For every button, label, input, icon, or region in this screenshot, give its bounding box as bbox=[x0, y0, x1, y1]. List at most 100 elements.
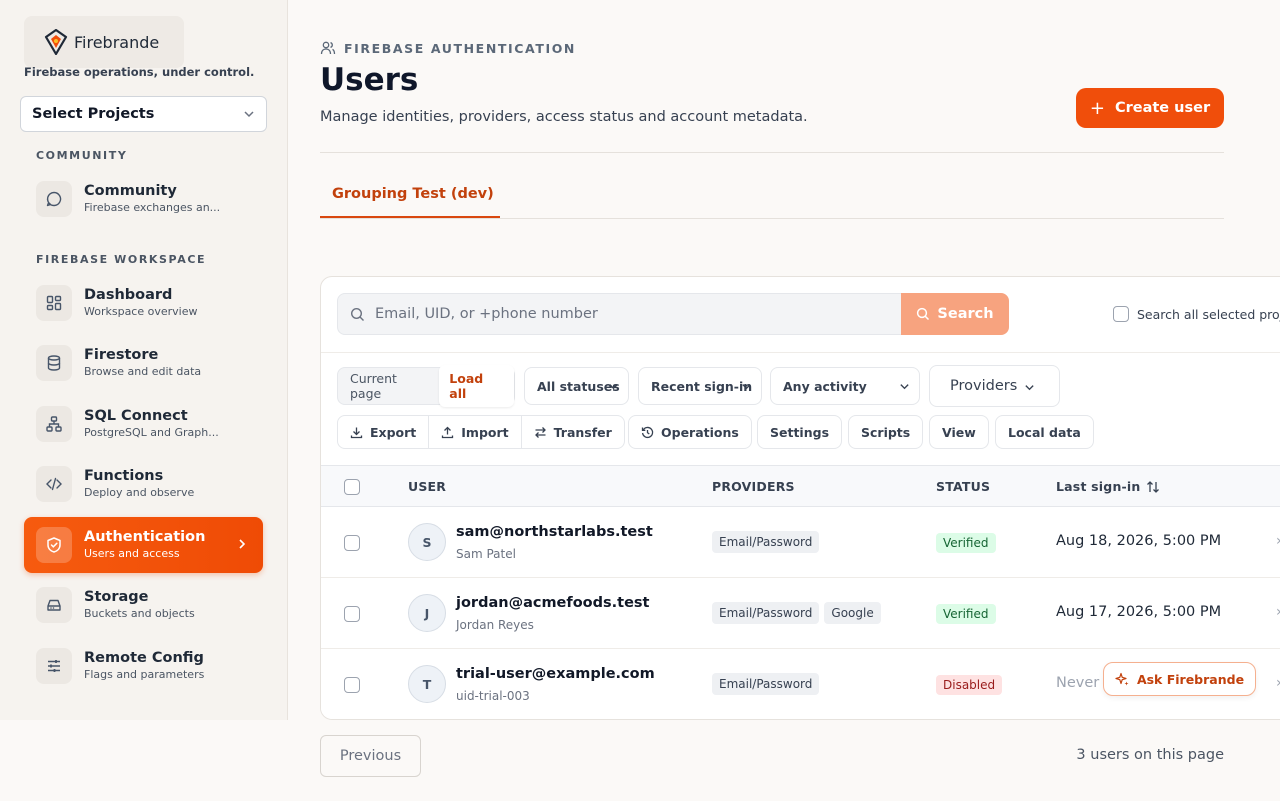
page-description: Manage identities, providers, access sta… bbox=[320, 109, 808, 125]
row-checkbox[interactable] bbox=[344, 606, 360, 622]
sidebar: Firebrande Firebase operations, under co… bbox=[0, 0, 288, 720]
load-all-button[interactable]: Load all bbox=[439, 365, 514, 407]
row-action-icon[interactable]: › bbox=[1276, 675, 1280, 691]
project-select[interactable]: Select Projects bbox=[20, 96, 267, 132]
shield-check-icon bbox=[36, 527, 72, 563]
user-email[interactable]: sam@northstarlabs.test bbox=[456, 524, 653, 540]
grid-icon bbox=[36, 285, 72, 321]
last-sign-in: Aug 17, 2026, 5:00 PM bbox=[1056, 604, 1222, 620]
chevron-down-icon bbox=[742, 384, 751, 390]
column-header-providers[interactable]: PROVIDERS bbox=[712, 479, 795, 494]
search-all-projects-toggle[interactable]: Search all selected projects bbox=[1113, 306, 1280, 322]
view-button[interactable]: View bbox=[929, 415, 989, 449]
code-icon bbox=[36, 466, 72, 502]
sidebar-item-sub: Browse and edit data bbox=[84, 365, 202, 378]
database-icon bbox=[36, 345, 72, 381]
user-uid: uid-trial-003 bbox=[456, 689, 530, 703]
create-user-button[interactable]: + Create user bbox=[1076, 88, 1224, 128]
activity-filter-select[interactable]: Any activity bbox=[770, 367, 920, 405]
user-email[interactable]: trial-user@example.com bbox=[456, 666, 655, 682]
search-button-label: Search bbox=[937, 306, 994, 322]
row-checkbox[interactable] bbox=[344, 677, 360, 693]
sidebar-item-sub: Deploy and observe bbox=[84, 486, 195, 499]
divider bbox=[320, 218, 1224, 219]
table-row[interactable]: J jordan@acmefoods.test Jordan Reyes Ema… bbox=[321, 578, 1280, 649]
table-header: USER PROVIDERS STATUS Last sign-in bbox=[321, 465, 1280, 507]
import-button[interactable]: Import bbox=[429, 416, 522, 448]
status-badge: Disabled bbox=[936, 675, 1003, 695]
history-icon bbox=[641, 426, 654, 438]
sidebar-item-authentication[interactable]: Authentication Users and access bbox=[24, 517, 263, 573]
column-header-last-sign-in[interactable]: Last sign-in bbox=[1056, 479, 1160, 494]
provider-chip: Email/Password bbox=[712, 602, 820, 624]
sidebar-item-sql-connect[interactable]: SQL Connect PostgreSQL and Graph... bbox=[24, 396, 263, 452]
providers-filter-value: Providers bbox=[950, 378, 1018, 394]
firebrande-logo-icon bbox=[44, 29, 68, 55]
chat-bubble-icon bbox=[36, 181, 72, 217]
search-all-checkbox[interactable] bbox=[1113, 306, 1129, 322]
transfer-label: Transfer bbox=[553, 424, 612, 440]
search-all-label: Search all selected projects bbox=[1137, 306, 1280, 322]
sort-select[interactable]: Recent sign-in bbox=[638, 367, 762, 405]
user-email[interactable]: jordan@acmefoods.test bbox=[456, 595, 649, 611]
sidebar-item-storage[interactable]: Storage Buckets and objects bbox=[24, 577, 263, 633]
row-action-icon[interactable]: › bbox=[1276, 604, 1280, 620]
search-field[interactable] bbox=[337, 293, 903, 335]
tab-grouping-test[interactable]: Grouping Test (dev) bbox=[320, 172, 500, 218]
sidebar-item-title: Community bbox=[84, 183, 177, 199]
current-page-option[interactable]: Current page bbox=[350, 371, 431, 401]
sidebar-item-community[interactable]: Community Firebase exchanges an... bbox=[24, 171, 263, 227]
providers-filter-select[interactable]: Providers bbox=[929, 365, 1060, 407]
sidebar-item-functions[interactable]: Functions Deploy and observe bbox=[24, 456, 263, 512]
local-data-button[interactable]: Local data bbox=[995, 415, 1094, 449]
upload-icon bbox=[442, 426, 454, 438]
scripts-button[interactable]: Scripts bbox=[848, 415, 924, 449]
column-header-label: Last sign-in bbox=[1056, 479, 1141, 494]
ask-firebrande-label: Ask Firebrande bbox=[1136, 671, 1245, 687]
sidebar-item-dashboard[interactable]: Dashboard Workspace overview bbox=[24, 275, 263, 331]
status-badge: Verified bbox=[936, 533, 996, 553]
search-icon bbox=[917, 307, 930, 321]
users-icon bbox=[320, 41, 336, 55]
operations-button[interactable]: Operations bbox=[628, 415, 752, 449]
page-user-count: 3 users on this page bbox=[1076, 747, 1224, 763]
provider-list: Email/Password Google bbox=[712, 602, 881, 624]
transfer-button[interactable]: Transfer bbox=[522, 416, 624, 448]
network-icon bbox=[36, 406, 72, 442]
storage-drive-icon bbox=[36, 587, 72, 623]
sliders-icon bbox=[36, 648, 72, 684]
project-select-label: Select Projects bbox=[32, 106, 155, 122]
select-all-checkbox[interactable] bbox=[344, 479, 360, 495]
sidebar-item-title: Storage bbox=[84, 589, 149, 605]
import-label: Import bbox=[461, 424, 509, 440]
previous-page-button[interactable]: Previous bbox=[320, 735, 421, 777]
status-filter-select[interactable]: All statuses bbox=[524, 367, 629, 405]
sparkle-icon bbox=[1115, 672, 1129, 685]
export-label: Export bbox=[370, 424, 417, 440]
search-input[interactable] bbox=[375, 306, 875, 322]
sort-icon bbox=[1146, 480, 1159, 493]
column-header-status[interactable]: STATUS bbox=[936, 479, 990, 494]
search-button[interactable]: Search bbox=[901, 293, 1009, 335]
column-header-user[interactable]: USER bbox=[408, 479, 446, 494]
sidebar-item-firestore[interactable]: Firestore Browse and edit data bbox=[24, 335, 263, 391]
users-panel: Search Search all selected projects Curr… bbox=[320, 276, 1280, 720]
provider-chip: Email/Password bbox=[712, 673, 820, 695]
section-community: COMMUNITY bbox=[36, 149, 128, 162]
avatar: T bbox=[408, 665, 446, 703]
sort-value: Recent sign-in bbox=[651, 378, 753, 394]
ask-firebrande-button[interactable]: Ask Firebrande bbox=[1103, 662, 1256, 696]
sidebar-item-sub: Users and access bbox=[84, 547, 180, 560]
sidebar-item-remote-config[interactable]: Remote Config Flags and parameters bbox=[24, 638, 263, 694]
sidebar-item-title: SQL Connect bbox=[84, 408, 188, 424]
table-row[interactable]: S sam@northstarlabs.test Sam Patel Email… bbox=[321, 507, 1280, 578]
export-button[interactable]: Export bbox=[338, 416, 430, 448]
sidebar-item-title: Authentication bbox=[84, 529, 206, 545]
row-checkbox[interactable] bbox=[344, 535, 360, 551]
settings-button[interactable]: Settings bbox=[757, 415, 843, 449]
row-action-icon[interactable]: › bbox=[1276, 533, 1280, 549]
data-actions-group: Export Import Transfer bbox=[337, 415, 625, 449]
load-scope-toggle: Current page Load all bbox=[337, 365, 515, 407]
brand-name: Firebrande bbox=[74, 32, 160, 52]
brand-logo[interactable]: Firebrande bbox=[24, 16, 184, 68]
